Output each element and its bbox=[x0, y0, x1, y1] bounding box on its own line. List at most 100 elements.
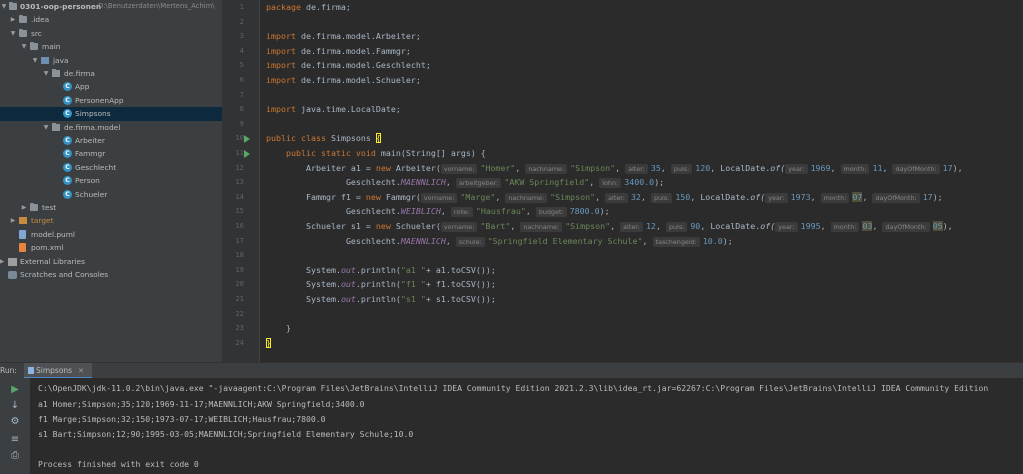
chevron-right-icon[interactable]: ▶ bbox=[0, 255, 5, 268]
tree-item-17[interactable]: model.puml bbox=[0, 228, 222, 241]
code-line-12[interactable]: Arbeiter a1 = new Arbeiter(vorname: "Home… bbox=[266, 161, 963, 176]
code-text: + s1.toCSV()); bbox=[425, 294, 496, 304]
console-line: a1 Homer;Simpson;35;120;1969-11-17;MAENN… bbox=[38, 399, 365, 409]
chevron-down-icon[interactable]: ▼ bbox=[21, 40, 27, 53]
code-text: Fammgr f1 = bbox=[305, 191, 366, 202]
code-line-15[interactable]: Geschlecht.WEIBLICH, rolle: "Hausfrau", b… bbox=[266, 204, 610, 219]
string-literal: "s1 " bbox=[400, 294, 426, 304]
code-line-19[interactable]: System.out.println("a1 "+ a1.toCSV()); bbox=[266, 263, 496, 278]
tree-item-8[interactable]: C Simpsons bbox=[0, 107, 222, 121]
package-icon bbox=[52, 122, 60, 131]
static-field: out bbox=[340, 279, 356, 290]
tree-item-root[interactable]: ▼ 0301-oop-personen D:\Benutzerdaten\Mer… bbox=[0, 0, 222, 13]
code-line-20[interactable]: System.out.println("f1 "+ f1.toCSV()); bbox=[266, 277, 496, 292]
tree-item-14[interactable]: C Schueler bbox=[0, 188, 222, 201]
enum-constant: WEIBLICH bbox=[400, 206, 441, 217]
close-icon[interactable]: ✕ bbox=[78, 367, 84, 375]
code-line-13[interactable]: Geschlecht.MAENNLICH, arbeitgeber: "AKW S… bbox=[266, 175, 664, 190]
code-line-24[interactable]: } bbox=[266, 336, 271, 351]
code-line-21[interactable]: System.out.println("s1 "+ s1.toCSV()); bbox=[266, 292, 496, 307]
code-line-3[interactable]: import de.firma.model.Arbeiter; bbox=[266, 29, 421, 44]
tree-item-label: Simpsons bbox=[75, 109, 111, 119]
tree-item-9[interactable]: ▼ de.firma.model bbox=[0, 121, 222, 134]
enum-constant: MAENNLICH bbox=[400, 177, 446, 188]
soft-wrap-icon[interactable]: ≡ bbox=[9, 434, 21, 446]
code-text: de.firma.model.Schueler; bbox=[300, 75, 421, 85]
project-path: D:\Benutzerdaten\Mertens_Achim\ bbox=[98, 2, 215, 10]
code-line-11[interactable]: public static void main(String[] args) { bbox=[266, 146, 486, 161]
run-tab-simpsons[interactable]: Simpsons ✕ bbox=[24, 363, 92, 379]
scroll-down-icon[interactable]: ↓ bbox=[9, 400, 21, 412]
run-class-icon[interactable] bbox=[244, 135, 250, 143]
tree-item-16[interactable]: ▶ target bbox=[0, 214, 222, 227]
line-number: 17 bbox=[235, 235, 244, 245]
tree-item-label: Geschlecht bbox=[75, 162, 117, 172]
tree-item-11[interactable]: C Fammgr bbox=[0, 147, 222, 160]
param-hint: dayOfMonth: bbox=[892, 163, 940, 174]
method-call: of( bbox=[770, 162, 786, 173]
folder-icon bbox=[19, 15, 27, 24]
chevron-down-icon[interactable]: ▼ bbox=[43, 121, 49, 134]
source-folder-icon bbox=[41, 56, 49, 64]
tree-item-12[interactable]: C Geschlecht bbox=[0, 161, 222, 174]
code-text: System. bbox=[305, 279, 341, 290]
code-line-8[interactable]: import java.time.LocalDate; bbox=[266, 102, 401, 117]
tree-item-6[interactable]: C App bbox=[0, 80, 222, 93]
code-text: Geschlecht. bbox=[345, 235, 401, 246]
code-line-16[interactable]: Schueler s1 = new Schueler(vorname: "Bart… bbox=[266, 219, 953, 234]
chevron-right-icon[interactable]: ▶ bbox=[10, 13, 16, 26]
code-line-6[interactable]: import de.firma.model.Schueler; bbox=[266, 73, 421, 88]
tree-item-10[interactable]: C Arbeiter bbox=[0, 134, 222, 147]
class-icon: C bbox=[63, 149, 72, 159]
brace: } bbox=[266, 337, 271, 348]
line-number: 23 bbox=[235, 323, 244, 333]
chevron-right-icon[interactable]: ▶ bbox=[10, 214, 16, 227]
number-literal: 10.0 bbox=[702, 235, 723, 246]
code-line-17[interactable]: Geschlecht.MAENNLICH, schule: "Springfiel… bbox=[266, 234, 733, 249]
chevron-down-icon[interactable]: ▼ bbox=[43, 67, 49, 80]
tree-item-3[interactable]: ▼ main bbox=[0, 40, 222, 53]
number-literal: 32 bbox=[630, 191, 641, 202]
param-hint: alter: bbox=[620, 222, 643, 232]
chevron-down-icon[interactable]: ▼ bbox=[10, 27, 16, 40]
number-literal: 17 bbox=[922, 191, 933, 202]
code-line-23[interactable]: } bbox=[266, 321, 291, 336]
console-line: Process finished with exit code 0 bbox=[38, 459, 199, 469]
wrench-icon[interactable]: ⚙ bbox=[9, 416, 21, 428]
chevron-down-icon[interactable]: ▼ bbox=[32, 54, 38, 67]
tree-item-4[interactable]: ▼ java bbox=[0, 54, 222, 67]
param-hint: dayOfMonth: bbox=[872, 192, 920, 203]
code-line-10[interactable]: public class Simpsons { bbox=[266, 131, 381, 146]
file-icon bbox=[19, 243, 26, 253]
chevron-right-icon[interactable]: ▶ bbox=[21, 201, 27, 214]
tree-item-5[interactable]: ▼ de.firma bbox=[0, 67, 222, 80]
console-output[interactable]: C:\OpenJDK\jdk-11.0.2\bin\java.exe "-jav… bbox=[30, 378, 1023, 474]
code-text: Schueler( bbox=[395, 221, 441, 231]
code-text: System. bbox=[305, 264, 341, 275]
tree-item-19[interactable]: ▶ External Libraries bbox=[0, 255, 222, 268]
code-line-14[interactable]: Fammgr f1 = new Fammgr(vorname: "Marge", … bbox=[266, 190, 943, 205]
chevron-down-icon[interactable]: ▼ bbox=[1, 0, 7, 13]
tree-item-7[interactable]: C PersonenApp bbox=[0, 94, 222, 107]
tree-item-1[interactable]: ▶ .idea bbox=[0, 13, 222, 26]
code-line-5[interactable]: import de.firma.model.Geschlecht; bbox=[266, 58, 431, 73]
run-main-icon[interactable] bbox=[244, 149, 250, 158]
code-line-4[interactable]: import de.firma.model.Fammgr; bbox=[266, 44, 411, 59]
tree-item-18[interactable]: pom.xml bbox=[0, 241, 222, 254]
string-literal: "AKW Springfield" bbox=[504, 177, 590, 188]
line-number: 6 bbox=[239, 75, 244, 84]
tree-item-15[interactable]: ▶ test bbox=[0, 201, 222, 214]
number-literal: 7800.0 bbox=[569, 206, 600, 217]
code-line-1[interactable]: package de.firma; bbox=[266, 0, 351, 15]
rerun-icon[interactable]: ▶ bbox=[9, 384, 21, 396]
tree-item-13[interactable]: C Person bbox=[0, 174, 222, 187]
tree-item-label: model.puml bbox=[31, 229, 75, 239]
tree-item-label: .idea bbox=[31, 15, 50, 25]
param-hint: dayOfMonth: bbox=[882, 222, 930, 232]
print-icon[interactable]: ⎙ bbox=[9, 450, 21, 462]
tree-item-2[interactable]: ▼ src bbox=[0, 27, 222, 40]
keyword: public class bbox=[266, 133, 326, 144]
line-number: 16 bbox=[235, 221, 244, 230]
code-text: Arbeiter a1 = bbox=[305, 162, 376, 173]
tree-item-20[interactable]: Scratches and Consoles bbox=[0, 268, 222, 281]
